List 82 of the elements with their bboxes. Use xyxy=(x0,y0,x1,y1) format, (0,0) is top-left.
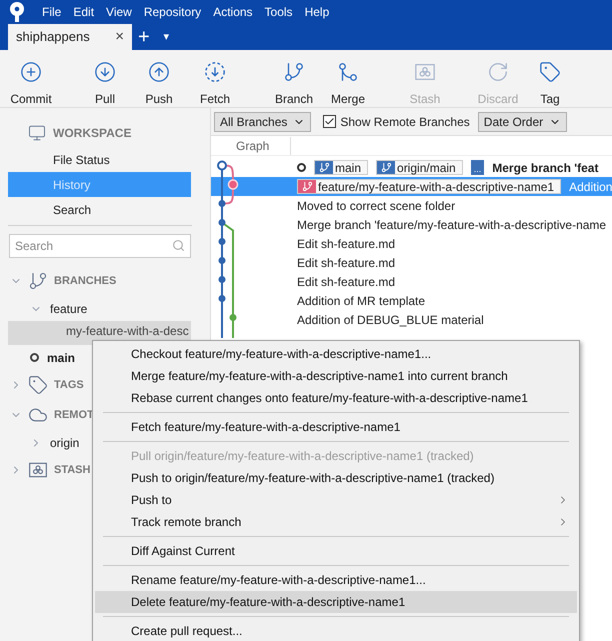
menu-bar-item[interactable]: Actions xyxy=(213,3,253,21)
menu-item[interactable]: Checkout feature/my-feature-with-a-descriptive-name1... xyxy=(95,343,577,365)
menu-bar-item[interactable]: Help xyxy=(304,3,330,21)
merge-icon xyxy=(337,61,359,83)
branch-item[interactable]: feature xyxy=(50,300,88,318)
menu-item[interactable]: Rebase current changes onto feature/my-feature-with-a-descriptive-name1 xyxy=(95,387,577,409)
commit-row[interactable]: main origin/main ... Merge branch 'feat xyxy=(211,158,612,177)
section-title[interactable]: STASH xyxy=(54,462,90,478)
more-refs-tag[interactable]: ... xyxy=(470,160,484,175)
menu-item[interactable]: Merge feature/my-feature-with-a-descriptive-name1 into current branch xyxy=(95,365,577,387)
menu-item[interactable]: Diff Against Current xyxy=(95,540,577,562)
section-title[interactable]: TAGS xyxy=(54,376,84,394)
down-arrow-circle-icon xyxy=(94,61,116,83)
commit-row[interactable]: Merge branch 'feature/my-feature-with-a-descriptive-name xyxy=(211,215,612,234)
commit-row[interactable]: Moved to correct scene folder xyxy=(211,196,612,215)
toolbar-button[interactable]: Commit xyxy=(4,61,58,108)
commit-row[interactable]: Edit sh-feature.md xyxy=(211,253,612,272)
branch-tag[interactable]: origin/main xyxy=(376,160,463,175)
menu-item[interactable]: Delete feature/my-feature-with-a-descriptive-name1 xyxy=(95,591,577,613)
commit-message: Addition of MR template xyxy=(297,292,426,310)
close-tab-button[interactable]: × xyxy=(115,26,124,48)
document-tab[interactable]: shiphappens × xyxy=(8,24,132,50)
menu-bar-item[interactable]: Repository xyxy=(144,3,202,21)
menu-item[interactable]: Fetch feature/my-feature-with-a-descriptive-name1 xyxy=(95,416,577,438)
menu-item[interactable]: Create pull request... xyxy=(95,620,577,641)
search-icon xyxy=(172,239,185,252)
commit-message: Moved to correct scene folder xyxy=(297,198,456,214)
order-dropdown[interactable]: Date Order xyxy=(478,112,568,132)
branch-item[interactable]: origin xyxy=(50,434,80,452)
tag-icon xyxy=(28,375,48,395)
stash-box-icon xyxy=(414,61,436,83)
menu-bar-item[interactable]: File xyxy=(42,3,62,21)
section-title[interactable]: REMOT xyxy=(54,406,94,424)
search-field[interactable]: Search xyxy=(9,234,191,258)
commit-row[interactable]: Edit sh-feature.md xyxy=(211,234,612,253)
toolbar-button[interactable]: Push xyxy=(139,61,179,108)
sidebar-item[interactable]: Search xyxy=(8,197,191,222)
tab-dropdown-button[interactable]: ▾ xyxy=(164,28,170,46)
branches-dropdown[interactable]: All Branches xyxy=(214,112,312,132)
monitor-icon xyxy=(27,124,47,142)
commit-row[interactable]: feature/my-feature-with-a-descriptive-name1 Addition xyxy=(211,177,612,196)
commit-message: Addition xyxy=(569,178,612,196)
section-title[interactable]: BRANCHES xyxy=(54,272,116,290)
checkbox-label[interactable]: Show Remote Branches xyxy=(340,112,470,130)
branch-tag[interactable]: main xyxy=(314,160,368,175)
menu-item[interactable]: Push to xyxy=(95,489,577,511)
dashed-down-arrow-circle-icon xyxy=(204,61,226,83)
sidebar-item[interactable]: File Status xyxy=(8,147,191,172)
commit-row[interactable]: Edit sh-feature.md xyxy=(211,272,612,291)
toolbar-button[interactable]: Tag xyxy=(535,61,565,108)
column-header[interactable]: Graph xyxy=(211,136,291,154)
commit-row[interactable]: Addition of MR template xyxy=(211,291,612,310)
new-tab-button[interactable]: + xyxy=(138,22,150,52)
toolbar-button[interactable]: Fetch xyxy=(193,61,237,108)
menu-bar-item[interactable]: Tools xyxy=(264,3,293,21)
toolbar-button[interactable]: Merge xyxy=(325,61,371,108)
stash-box-icon xyxy=(28,460,48,480)
tag-icon xyxy=(539,61,561,83)
up-arrow-circle-icon xyxy=(148,61,170,83)
branch-icon xyxy=(283,61,305,83)
branch-tag[interactable]: feature/my-feature-with-a-descriptive-name1 xyxy=(297,179,562,194)
branch-icon xyxy=(28,271,48,291)
commit-message: Edit sh-feature.md xyxy=(297,236,396,252)
commit-message: Addition of DEBUG_BLUE material xyxy=(297,312,484,328)
commit-message: Merge branch 'feat xyxy=(492,160,598,176)
menu-bar-item[interactable]: Edit xyxy=(73,3,94,21)
menu-item[interactable]: Track remote branch xyxy=(95,511,577,533)
circular-arrow-icon xyxy=(487,61,509,83)
toolbar-button[interactable]: Branch xyxy=(271,61,317,108)
section-title: WORKSPACE xyxy=(53,125,132,142)
check-icon xyxy=(324,116,336,127)
commit-message: Edit sh-feature.md xyxy=(297,274,396,290)
menu-bar-item[interactable]: View xyxy=(106,3,132,21)
branch-item[interactable]: main xyxy=(47,348,76,366)
toolbar-button[interactable]: Pull xyxy=(85,61,125,108)
checkbox[interactable] xyxy=(323,115,336,128)
menu-item[interactable]: Rename feature/my-feature-with-a-descriptive-name1... xyxy=(95,569,577,591)
commit-message: Edit sh-feature.md xyxy=(297,254,396,272)
commit-row[interactable]: Addition of DEBUG_BLUE material xyxy=(211,310,612,329)
plus-circle-icon xyxy=(20,61,42,83)
commit-message: Merge branch 'feature/my-feature-with-a-descriptive-name xyxy=(297,216,606,234)
menu-item[interactable]: Push to origin/feature/my-feature-with-a-descriptive-name1 (tracked) xyxy=(95,467,577,489)
